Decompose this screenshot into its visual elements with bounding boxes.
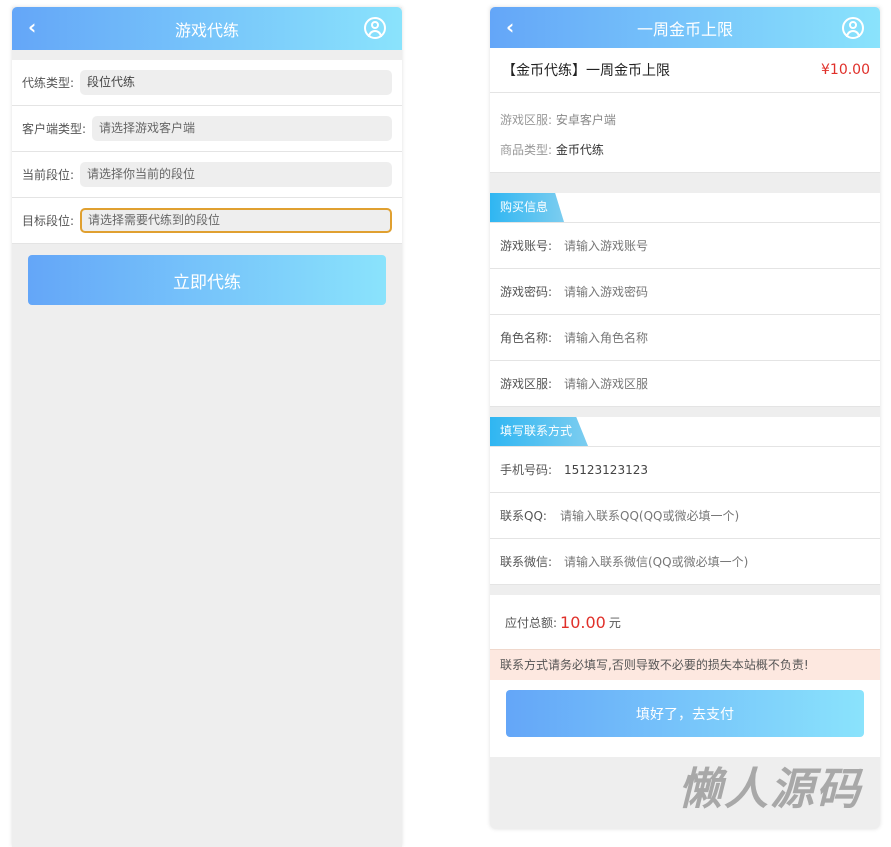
field-label: 代练类型: — [22, 76, 75, 90]
header: ‹ 一周金币上限 — [490, 7, 880, 48]
field-label: 角色名称: — [500, 331, 553, 345]
qq-input[interactable]: 请输入联系QQ(QQ或微必填一个) — [560, 507, 739, 524]
user-icon[interactable] — [842, 17, 864, 39]
section-contact: 填写联系方式 — [490, 417, 880, 447]
server-input[interactable]: 请输入游戏区服 — [564, 375, 648, 392]
product-info: 游戏区服: 安卓客户端 商品类型: 金币代练 — [490, 93, 880, 173]
right-panel: ‹ 一周金币上限 【金币代练】一周金币上限 ¥10.00 游戏区服: 安卓客户端… — [490, 7, 880, 829]
qq-field[interactable]: 联系QQ: 请输入联系QQ(QQ或微必填一个) — [490, 493, 880, 539]
total-value: 10.00 — [560, 612, 606, 632]
watermark: 懒人源码 — [678, 764, 862, 815]
field-current-rank: 当前段位: 请选择你当前的段位 — [12, 152, 402, 198]
account-field[interactable]: 游戏账号: 请输入游戏账号 — [490, 223, 880, 269]
field-label: 目标段位: — [22, 214, 75, 228]
info-value: 金币代练 — [555, 143, 604, 157]
password-input[interactable]: 请输入游戏密码 — [564, 283, 648, 300]
back-icon[interactable]: ‹ — [28, 15, 36, 39]
client-type-select[interactable]: 请选择游戏客户端 — [92, 116, 392, 141]
left-panel: ‹ 游戏代练 代练类型: 段位代练 客户端类型: 请选择游戏客户端 当前段位: 请选择… — [12, 7, 402, 847]
wechat-input[interactable]: 请输入联系微信(QQ或微必填一个) — [564, 553, 748, 570]
section-purchase-info: 购买信息 — [490, 193, 880, 223]
product-row: 【金币代练】一周金币上限 ¥10.00 — [490, 48, 880, 93]
phone-input[interactable]: 15123123123 — [564, 463, 648, 477]
total-unit: 元 — [608, 615, 621, 630]
total-row: 应付总额: 10.00 元 — [490, 595, 880, 650]
page-title: 游戏代练 — [174, 20, 239, 40]
header: ‹ 游戏代练 — [12, 7, 402, 50]
field-client-type: 客户端类型: 请选择游戏客户端 — [12, 106, 402, 152]
info-label: 游戏区服: — [500, 113, 553, 127]
info-label: 商品类型: — [500, 143, 553, 157]
pay-button[interactable]: 填好了，去支付 — [506, 690, 864, 737]
field-label: 游戏区服: — [500, 377, 553, 391]
field-label: 手机号码: — [500, 463, 553, 477]
user-icon[interactable] — [364, 17, 386, 39]
section-tag: 填写联系方式 — [490, 417, 589, 446]
field-label: 游戏账号: — [500, 239, 553, 253]
product-name: 【金币代练】一周金币上限 — [502, 63, 670, 79]
target-rank-select[interactable]: 请选择需要代练到的段位 — [80, 208, 392, 233]
start-boost-button[interactable]: 立即代练 — [28, 255, 386, 305]
server-field[interactable]: 游戏区服: 请输入游戏区服 — [490, 361, 880, 407]
field-label: 客户端类型: — [22, 122, 87, 136]
password-field[interactable]: 游戏密码: 请输入游戏密码 — [490, 269, 880, 315]
field-label: 游戏密码: — [500, 285, 553, 299]
boost-type-select[interactable]: 段位代练 — [80, 70, 392, 95]
total-label: 应付总额: — [505, 615, 558, 630]
payment-section: 应付总额: 10.00 元 联系方式请务必填写,否则导致不必要的损失本站概不负责… — [490, 595, 880, 757]
field-boost-type: 代练类型: 段位代练 — [12, 60, 402, 106]
field-label: 当前段位: — [22, 168, 75, 182]
role-field[interactable]: 角色名称: 请输入角色名称 — [490, 315, 880, 361]
back-icon[interactable]: ‹ — [506, 15, 514, 39]
field-label: 联系QQ: — [500, 509, 547, 523]
notice: 联系方式请务必填写,否则导致不必要的损失本站概不负责! — [490, 650, 880, 680]
field-label: 联系微信: — [500, 555, 553, 569]
current-rank-select[interactable]: 请选择你当前的段位 — [80, 162, 392, 187]
product-price: ¥10.00 — [821, 62, 870, 78]
role-input[interactable]: 请输入角色名称 — [564, 329, 648, 346]
info-value: 安卓客户端 — [555, 113, 616, 127]
section-tag: 购买信息 — [490, 193, 565, 222]
account-input[interactable]: 请输入游戏账号 — [564, 237, 648, 254]
phone-field[interactable]: 手机号码: 15123123123 — [490, 447, 880, 493]
wechat-field[interactable]: 联系微信: 请输入联系微信(QQ或微必填一个) — [490, 539, 880, 585]
page-title: 一周金币上限 — [636, 19, 733, 39]
field-target-rank: 目标段位: 请选择需要代练到的段位 — [12, 198, 402, 244]
